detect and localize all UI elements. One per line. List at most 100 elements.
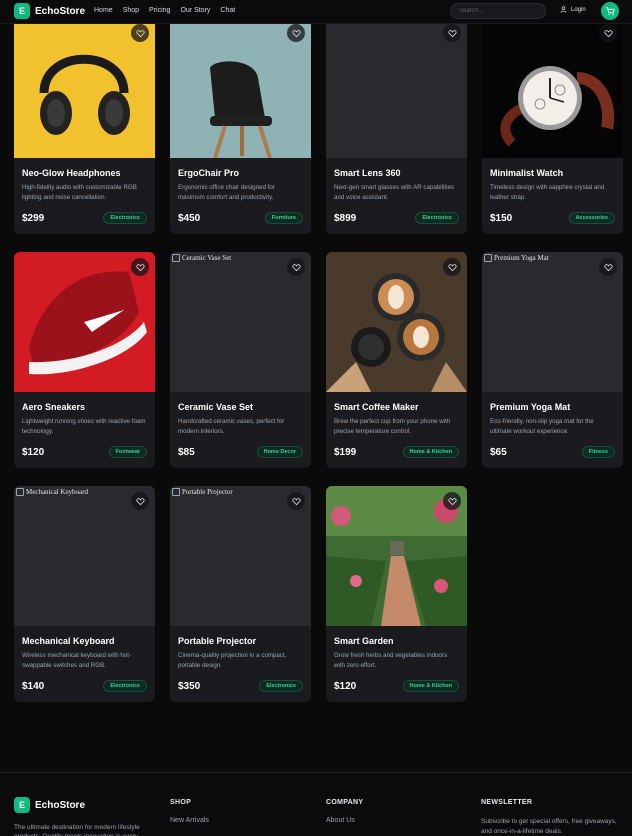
- broken-image-alt: Mechanical Keyboard: [16, 488, 88, 496]
- product-description: Cinema-quality projection in a compact, …: [178, 652, 287, 669]
- category-badge: Accessories: [568, 212, 615, 224]
- favorite-button[interactable]: [599, 258, 617, 276]
- footer-newsletter-text: Subscribe to get special offers, free gi…: [481, 818, 617, 835]
- product-title[interactable]: Mechanical Keyboard: [22, 636, 115, 646]
- product-description: Handcrafted ceramic vases, perfect for m…: [178, 418, 285, 435]
- product-price: $120: [22, 447, 45, 458]
- product-description: Lightweight running shoes with reactive …: [22, 418, 146, 435]
- product-price: $150: [490, 213, 513, 224]
- favorite-button[interactable]: [131, 24, 149, 42]
- favorite-button[interactable]: [287, 24, 305, 42]
- login-button[interactable]: Login: [560, 6, 586, 13]
- product-title[interactable]: ErgoChair Pro: [178, 168, 239, 178]
- category-badge: Home & Kitchen: [402, 446, 459, 458]
- nav-shop[interactable]: Shop: [123, 7, 139, 14]
- heart-icon: [135, 29, 145, 37]
- favorite-button[interactable]: [443, 258, 461, 276]
- product-price: $199: [334, 447, 357, 458]
- category-badge: Electronics: [259, 680, 303, 692]
- category-badge: Electronics: [103, 212, 147, 224]
- cart-icon: [605, 7, 615, 16]
- product-description: Ergonomic office chair designed for maxi…: [178, 184, 275, 201]
- footer-link-about-us[interactable]: About Us: [326, 817, 355, 824]
- footer-brand-logo[interactable]: E EchoStore: [14, 797, 85, 813]
- favorite-button[interactable]: [287, 492, 305, 510]
- product-title[interactable]: Smart Garden: [334, 636, 394, 646]
- heart-icon: [291, 263, 301, 271]
- product-card[interactable]: Mechanical Keyboard Mechanical Keyboard …: [14, 486, 155, 702]
- nav-our-story[interactable]: Our Story: [180, 7, 210, 14]
- product-description: Grow fresh herbs and vegetables indoors …: [334, 652, 448, 669]
- product-card[interactable]: Minimalist Watch Timeless design with sa…: [482, 18, 623, 234]
- login-label: Login: [571, 6, 586, 13]
- product-price: $85: [178, 447, 195, 458]
- footer-link-new-arrivals[interactable]: New Arrivals: [170, 817, 209, 824]
- heart-icon: [447, 497, 457, 505]
- product-description: High-fidelity audio with customizable RG…: [22, 184, 137, 201]
- product-card[interactable]: Smart Lens 360 Next-gen smart glasses wi…: [326, 18, 467, 234]
- broken-image-alt: Premium Yoga Mat: [484, 254, 549, 262]
- favorite-button[interactable]: [287, 258, 305, 276]
- nav-pricing[interactable]: Pricing: [149, 7, 170, 14]
- product-description: Timeless design with sapphire crystal an…: [490, 184, 605, 201]
- product-title[interactable]: Smart Coffee Maker: [334, 402, 419, 412]
- product-title[interactable]: Portable Projector: [178, 636, 256, 646]
- product-price: $350: [178, 681, 201, 692]
- category-badge: Home Decor: [256, 446, 303, 458]
- product-title[interactable]: Aero Sneakers: [22, 402, 85, 412]
- main-nav: Home Shop Pricing Our Story Chat: [94, 7, 235, 14]
- product-title[interactable]: Ceramic Vase Set: [178, 402, 253, 412]
- footer-shop-heading: SHOP: [170, 799, 192, 806]
- product-card[interactable]: Ceramic Vase Set Ceramic Vase Set Handcr…: [170, 252, 311, 468]
- heart-icon: [447, 29, 457, 37]
- brand-logo[interactable]: E EchoStore: [14, 3, 85, 19]
- heart-icon: [135, 263, 145, 271]
- site-footer: E EchoStore The ultimate destination for…: [0, 772, 632, 836]
- favorite-button[interactable]: [443, 24, 461, 42]
- user-icon: [560, 6, 567, 13]
- product-card[interactable]: Smart Garden Grow fresh herbs and vegeta…: [326, 486, 467, 702]
- heart-icon: [291, 497, 301, 505]
- product-description: Eco-friendly, non-slip yoga mat for the …: [490, 418, 594, 435]
- nav-home[interactable]: Home: [94, 7, 113, 14]
- product-title[interactable]: Minimalist Watch: [490, 168, 563, 178]
- footer-brand-name: EchoStore: [35, 799, 86, 811]
- logo-mark-icon: E: [14, 797, 30, 813]
- search-input[interactable]: [450, 3, 546, 19]
- product-card[interactable]: ErgoChair Pro Ergonomic office chair des…: [170, 18, 311, 234]
- product-title[interactable]: Smart Lens 360: [334, 168, 401, 178]
- product-card[interactable]: Portable Projector Portable Projector Ci…: [170, 486, 311, 702]
- heart-icon: [291, 29, 301, 37]
- product-card[interactable]: Neo-Glow Headphones High-fidelity audio …: [14, 18, 155, 234]
- product-description: Wireless mechanical keyboard with hot-sw…: [22, 652, 132, 669]
- product-card[interactable]: Premium Yoga Mat Premium Yoga Mat Eco-fr…: [482, 252, 623, 468]
- product-price: $899: [334, 213, 357, 224]
- product-description: Brew the perfect cup from your phone wit…: [334, 418, 451, 435]
- favorite-button[interactable]: [599, 24, 617, 42]
- nav-chat[interactable]: Chat: [220, 7, 235, 14]
- cart-button[interactable]: [601, 2, 619, 20]
- product-price: $120: [334, 681, 357, 692]
- favorite-button[interactable]: [131, 492, 149, 510]
- footer-company-heading: COMPANY: [326, 799, 364, 806]
- heart-icon: [603, 29, 613, 37]
- category-badge: Furniture: [264, 212, 303, 224]
- broken-image-alt: Ceramic Vase Set: [172, 254, 231, 262]
- favorite-button[interactable]: [131, 258, 149, 276]
- category-badge: Fitness: [581, 446, 615, 458]
- footer-newsletter-heading: NEWSLETTER: [481, 799, 533, 806]
- footer-about-text: The ultimate destination for modern life…: [14, 824, 140, 836]
- brand-name: EchoStore: [35, 5, 86, 17]
- category-badge: Electronics: [415, 212, 459, 224]
- product-title[interactable]: Neo-Glow Headphones: [22, 168, 121, 178]
- category-badge: Footwear: [108, 446, 147, 458]
- product-price: $450: [178, 213, 201, 224]
- product-title[interactable]: Premium Yoga Mat: [490, 402, 570, 412]
- category-badge: Home & Kitchen: [402, 680, 459, 692]
- product-price: $65: [490, 447, 507, 458]
- product-card[interactable]: Aero Sneakers Lightweight running shoes …: [14, 252, 155, 468]
- logo-mark-icon: E: [14, 3, 30, 19]
- product-card[interactable]: Smart Coffee Maker Brew the perfect cup …: [326, 252, 467, 468]
- heart-icon: [447, 263, 457, 271]
- favorite-button[interactable]: [443, 492, 461, 510]
